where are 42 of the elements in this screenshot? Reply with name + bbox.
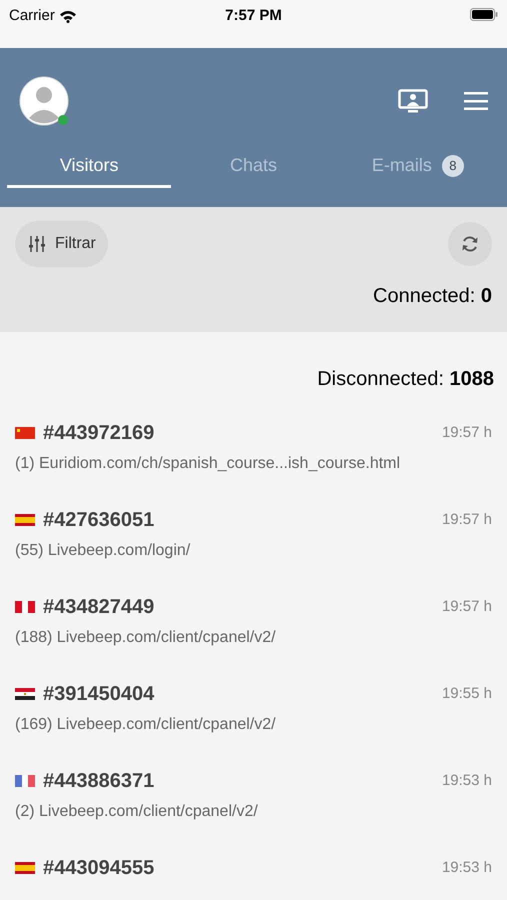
visit-time: 19:55 h [442, 684, 492, 704]
refresh-icon [460, 234, 480, 254]
refresh-button[interactable] [448, 222, 492, 266]
visit-time: 19:57 h [442, 596, 492, 617]
filter-button[interactable]: Filtrar [15, 221, 108, 267]
connected-count: Connected: 0 [373, 284, 492, 309]
visited-page: (55) Livebeep.com/login/ [15, 541, 192, 561]
tab[interactable]: E-mails 8 [336, 146, 500, 188]
sliders-icon [27, 234, 47, 254]
visitor-id: #434827449 [43, 595, 154, 620]
visitor-id: #427636051 [43, 508, 154, 533]
disconnected-count: Disconnected: 1088 [317, 367, 494, 392]
visitor-row[interactable]: #443972169 19:57 h (1) Euridiom.com/ch/spanish_course...ish_course.html [0, 418, 507, 505]
visit-time: 19:57 h [442, 510, 492, 530]
visited-page: (169) Livebeep.com/client/cpanel/v2/ [15, 715, 277, 735]
visited-page: (188) Livebeep.com/client/cpanel/v2/ [15, 628, 277, 648]
clock-time: 7:57 PM [225, 6, 282, 26]
battery-icon [470, 8, 498, 21]
visitor-id: #443094555 [43, 856, 154, 881]
avatar-icon[interactable] [19, 76, 69, 126]
carrier-label: Carrier [9, 6, 55, 26]
visitor-id: #443886371 [43, 769, 154, 794]
tab[interactable]: Visitors [7, 146, 172, 188]
visit-time: 19:57 h [442, 422, 492, 443]
tab-label: E-mails [372, 154, 432, 177]
tab-label: Chats [230, 154, 277, 177]
menu-icon[interactable] [464, 92, 488, 110]
visitor-row[interactable]: #434827449 19:57 h (188) Livebeep.com/client/cpanel/v2/ [0, 592, 507, 679]
visitor-id: #391450404 [43, 682, 154, 707]
visitor-row[interactable]: #443094555 19:53 h [0, 853, 507, 900]
screen-share-icon[interactable] [398, 89, 428, 113]
visited-page: (1) Euridiom.com/ch/spanish_course...ish_course.html [15, 454, 402, 474]
wifi-icon [58, 10, 77, 23]
count-badge: 8 [442, 154, 464, 176]
visitor-row[interactable]: #443886371 19:53 h (2) Livebeep.com/client/cpanel/v2/ [0, 766, 507, 853]
visitor-id: #443972169 [43, 421, 154, 446]
visit-time: 19:53 h [442, 770, 492, 791]
visit-time: 19:53 h [442, 858, 492, 878]
visited-page: (2) Livebeep.com/client/cpanel/v2/ [15, 802, 259, 822]
visitor-row[interactable]: #427636051 19:57 h (55) Livebeep.com/login/ [0, 505, 507, 592]
tab-label: Visitors [60, 154, 118, 177]
visitor-row[interactable]: #391450404 19:55 h (169) Livebeep.com/client/cpanel/v2/ [0, 679, 507, 766]
